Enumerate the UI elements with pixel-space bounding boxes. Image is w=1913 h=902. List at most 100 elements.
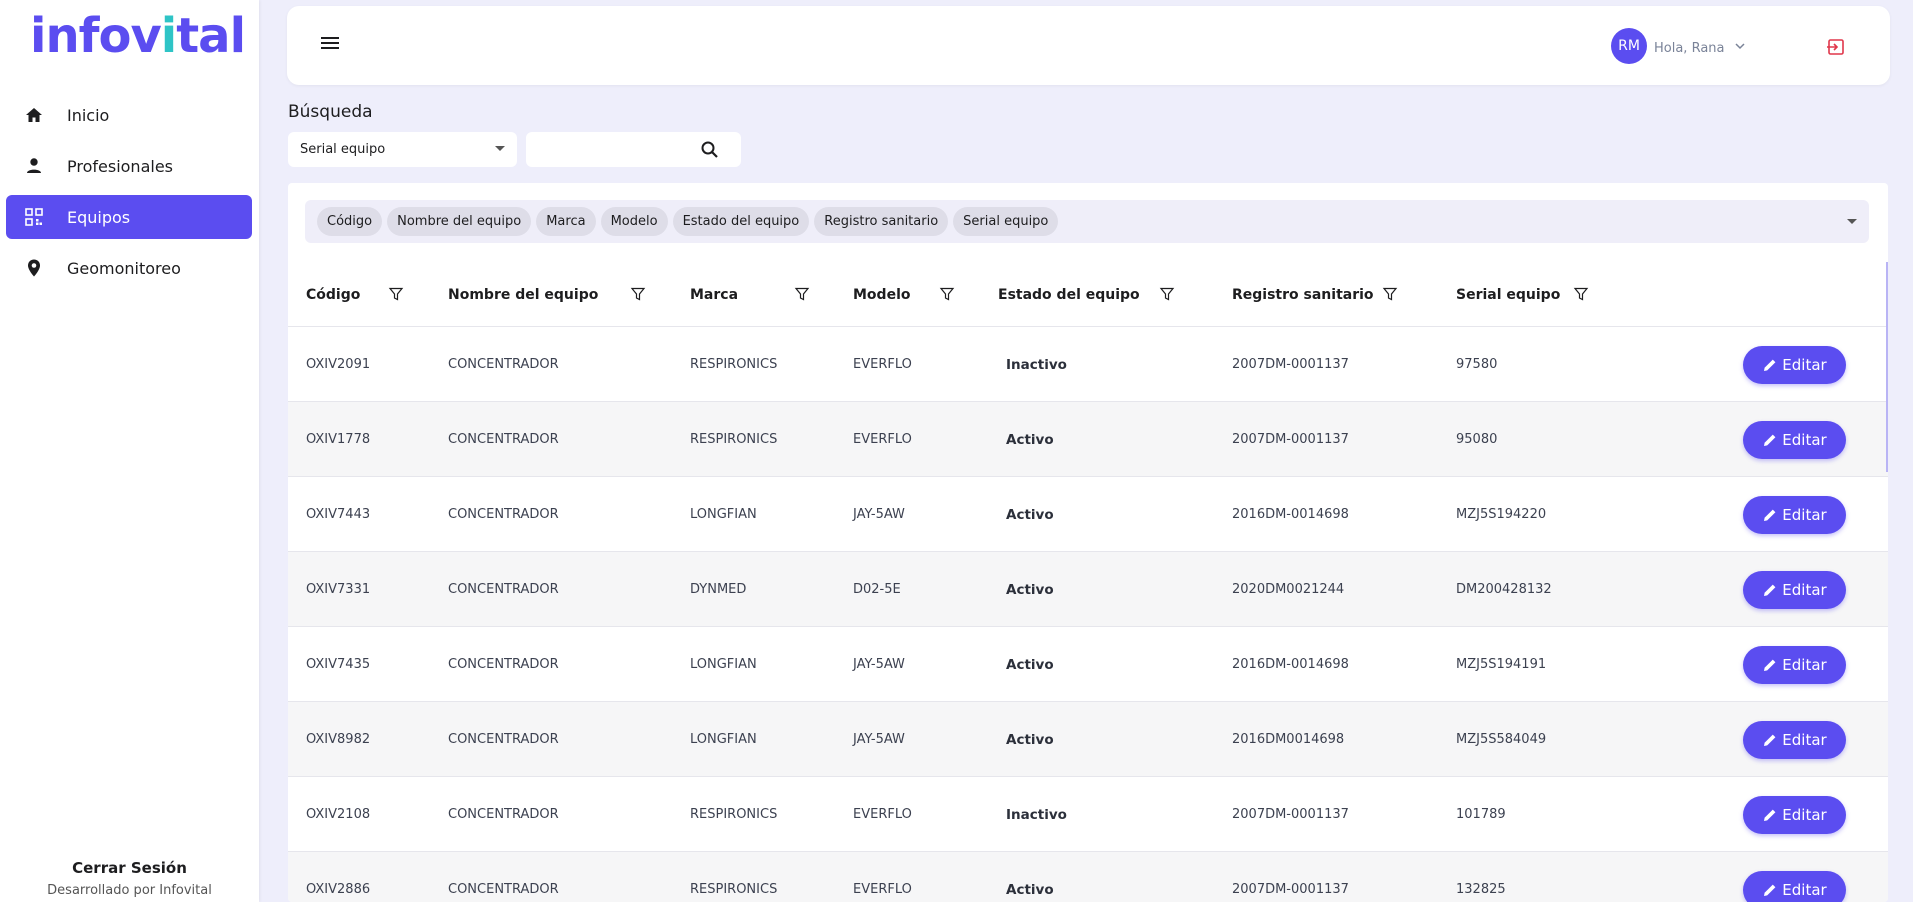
infovital-logo[interactable]: infovital <box>30 8 246 64</box>
table-cell: CONCENTRADOR <box>448 357 559 372</box>
table-cell: 2007DM-0001137 <box>1232 882 1349 897</box>
pencil-icon <box>1764 809 1776 821</box>
column-chip[interactable]: Marca <box>536 207 596 236</box>
column-chip[interactable]: Registro sanitario <box>814 207 949 236</box>
edit-button[interactable]: Editar <box>1743 646 1846 684</box>
column-header[interactable]: Estado del equipo <box>998 262 1140 327</box>
table-cell: OXIV7443 <box>306 507 371 522</box>
logout-link[interactable]: Cerrar Sesión <box>0 859 259 877</box>
filter-icon[interactable] <box>1382 286 1398 302</box>
table-cell: OXIV7331 <box>306 582 371 597</box>
edit-button[interactable]: Editar <box>1743 721 1846 759</box>
table-row: OXIV1778 CONCENTRADOR RESPIRONICS EVERFLO Ac… <box>288 402 1888 477</box>
filter-icon[interactable] <box>630 286 646 302</box>
edit-button[interactable]: Editar <box>1743 346 1846 384</box>
column-chip[interactable]: Modelo <box>600 207 668 236</box>
pencil-icon <box>1764 434 1776 446</box>
table-cell: RESPIRONICS <box>690 807 778 822</box>
top-header: RM Hola, Rana <box>287 6 1890 85</box>
table-cell: LONGFIAN <box>690 657 757 672</box>
user-avatar[interactable]: RM <box>1611 28 1647 64</box>
column-header[interactable]: Código <box>306 262 360 327</box>
sidebar-item-inicio[interactable]: Inicio <box>6 93 252 137</box>
column-header[interactable]: Registro sanitario <box>1232 262 1374 327</box>
home-icon <box>22 103 46 127</box>
table-cell: RESPIRONICS <box>690 882 778 897</box>
table-cell: RESPIRONICS <box>690 432 778 447</box>
table-cell: 97580 <box>1456 357 1498 372</box>
chevron-down-icon[interactable] <box>1733 38 1747 52</box>
sidebar: infovital Inicio Profesionales Equipos Geom… <box>0 0 259 902</box>
table-cell: 95080 <box>1456 432 1498 447</box>
edit-button[interactable]: Editar <box>1743 796 1846 834</box>
column-chips-bar[interactable]: Código Nombre del equipo Marca Modelo Estado… <box>305 200 1869 243</box>
pencil-icon <box>1764 584 1776 596</box>
sidebar-item-equipos[interactable]: Equipos <box>6 195 252 239</box>
search-field-value: Serial equipo <box>300 142 386 157</box>
table-cell: 2007DM-0001137 <box>1232 357 1349 372</box>
filter-icon[interactable] <box>1573 286 1589 302</box>
table-cell: OXIV8982 <box>306 732 371 747</box>
edit-button[interactable]: Editar <box>1743 571 1846 609</box>
filter-icon[interactable] <box>388 286 404 302</box>
table-row: OXIV2091 CONCENTRADOR RESPIRONICS EVERFLO In… <box>288 327 1888 402</box>
edit-button-label: Editar <box>1782 356 1827 374</box>
edit-button[interactable]: Editar <box>1743 871 1846 902</box>
scrollbar[interactable] <box>1886 262 1888 472</box>
logout-icon[interactable] <box>1825 36 1847 58</box>
table-body: OXIV2091 CONCENTRADOR RESPIRONICS EVERFLO In… <box>288 327 1888 902</box>
column-chip[interactable]: Estado del equipo <box>672 207 810 236</box>
table-cell: 2020DM0021244 <box>1232 582 1345 597</box>
status-text: Activo <box>1006 881 1054 898</box>
dropdown-arrow-icon[interactable] <box>1847 219 1857 224</box>
edit-button-label: Editar <box>1782 881 1827 899</box>
table-cell: DYNMED <box>690 582 747 597</box>
edit-button[interactable]: Editar <box>1743 421 1846 459</box>
column-chip[interactable]: Serial equipo <box>953 207 1059 236</box>
table-row: OXIV8982 CONCENTRADOR LONGFIAN JAY-5AW Activ… <box>288 702 1888 777</box>
qr-grid-icon <box>22 205 46 229</box>
pencil-icon <box>1764 359 1776 371</box>
status-text: Activo <box>1006 431 1054 448</box>
sidebar-nav: Inicio Profesionales Equipos Geomonitoreo <box>6 93 252 297</box>
table-cell: LONGFIAN <box>690 732 757 747</box>
edit-button-label: Editar <box>1782 581 1827 599</box>
sidebar-item-label: Geomonitoreo <box>67 258 181 278</box>
table-cell: OXIV7435 <box>306 657 371 672</box>
table-cell: CONCENTRADOR <box>448 432 559 447</box>
table-cell: CONCENTRADOR <box>448 882 559 897</box>
edit-button-label: Editar <box>1782 506 1827 524</box>
table-cell: EVERFLO <box>853 807 912 822</box>
sidebar-item-label: Inicio <box>67 105 110 125</box>
table-cell: 101789 <box>1456 807 1506 822</box>
column-header[interactable]: Marca <box>690 262 738 327</box>
search-field-select[interactable]: Serial equipo <box>288 132 517 167</box>
table-cell: DM200428132 <box>1456 582 1552 597</box>
pencil-icon <box>1764 734 1776 746</box>
filter-icon[interactable] <box>794 286 810 302</box>
table-cell: JAY-5AW <box>853 657 905 672</box>
sidebar-footer: Cerrar Sesión Desarrollado por Infovital <box>0 859 259 898</box>
column-header[interactable]: Serial equipo <box>1456 262 1560 327</box>
sidebar-item-profesionales[interactable]: Profesionales <box>6 144 252 188</box>
edit-button[interactable]: Editar <box>1743 496 1846 534</box>
filter-icon[interactable] <box>939 286 955 302</box>
column-chip[interactable]: Código <box>317 207 383 236</box>
edit-button-label: Editar <box>1782 731 1827 749</box>
table-cell: CONCENTRADOR <box>448 732 559 747</box>
column-header[interactable]: Modelo <box>853 262 910 327</box>
developed-by-text: Desarrollado por Infovital <box>47 883 212 898</box>
table-cell: EVERFLO <box>853 357 912 372</box>
hamburger-icon[interactable] <box>321 34 339 52</box>
table-cell: 2007DM-0001137 <box>1232 432 1349 447</box>
table-cell: JAY-5AW <box>853 507 905 522</box>
table-cell: LONGFIAN <box>690 507 757 522</box>
user-greeting[interactable]: Hola, Rana <box>1654 41 1725 56</box>
table-cell: OXIV1778 <box>306 432 371 447</box>
column-header[interactable]: Nombre del equipo <box>448 262 598 327</box>
filter-icon[interactable] <box>1159 286 1175 302</box>
column-chip[interactable]: Nombre del equipo <box>387 207 532 236</box>
status-text: Activo <box>1006 581 1054 598</box>
sidebar-item-geomonitoreo[interactable]: Geomonitoreo <box>6 246 252 290</box>
search-icon[interactable] <box>700 140 720 160</box>
